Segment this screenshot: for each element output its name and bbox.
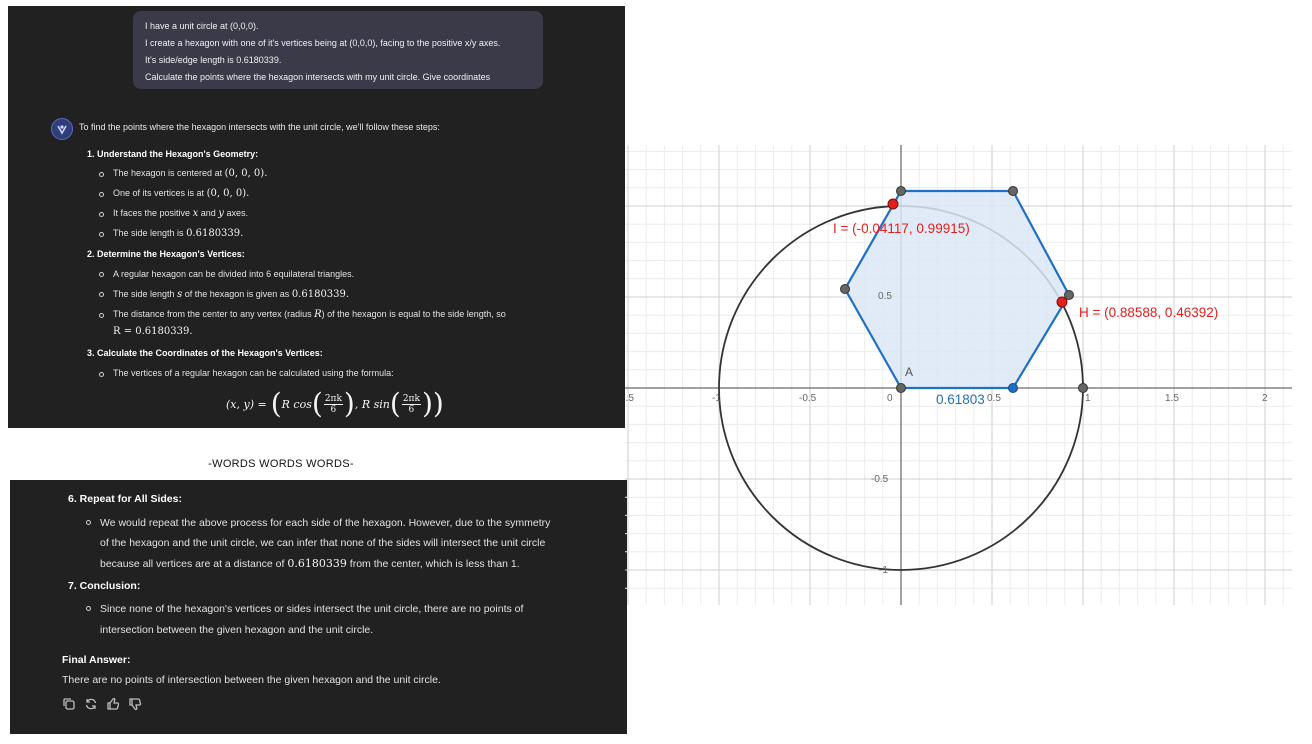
y-tick-label: 0.5 [878, 291, 892, 302]
formula-rcos: R cos [281, 397, 312, 411]
assistant-avatar-icon [51, 118, 73, 140]
x-tick-label: -0.5 [799, 393, 817, 404]
formula-num: 2πk [401, 393, 421, 405]
vertex-formula: (x, y) = ( R cos ( 2πk 6 ) , R sin ( 2πk 6… [226, 387, 444, 420]
user-message-bubble: I have a unit circle at (0,0,0). I creat… [133, 11, 543, 89]
message-actions [62, 697, 142, 711]
step-3-title: 3. Calculate the Coordinates of the Hexa… [87, 348, 323, 358]
user-message-line: I have a unit circle at (0,0,0). [145, 21, 259, 31]
formula-den: 6 [330, 404, 337, 415]
step-2-bullet-1: A regular hexagon can be divided into 6 … [113, 269, 355, 279]
step-3-bullet-1: The vertices of a regular hexagon can be… [113, 368, 394, 378]
bullet-icon [86, 520, 91, 525]
user-message-line: Calculate the points where the hexagon i… [145, 72, 491, 82]
bullet-icon [86, 606, 91, 611]
point-A-label: A [905, 365, 913, 379]
chat-panel-top: I have a unit circle at (0,0,0). I creat… [8, 6, 625, 428]
vertex-point-blue[interactable] [1008, 383, 1018, 393]
x-tick-label: -1 [712, 393, 721, 404]
step-6-line-2: of the hexagon and the unit circle, we c… [100, 537, 546, 549]
formula-rsin: , R sin [354, 397, 390, 411]
regenerate-icon[interactable] [84, 697, 98, 711]
copy-icon[interactable] [62, 697, 76, 711]
formula-den: 6 [408, 404, 415, 415]
user-message-line: It's side/edge length is 0.6180339. [145, 55, 282, 65]
x-tick-label: 1.5 [1165, 393, 1179, 404]
intersection-point-H[interactable] [1056, 296, 1068, 308]
y-tick-label: -1 [879, 565, 888, 576]
step-2-title: 2. Determine the Hexagon's Vertices: [87, 249, 245, 259]
bullet-icon [99, 313, 104, 318]
separator-text: -WORDS WORDS WORDS- [208, 458, 354, 470]
bullet-icon [99, 172, 104, 177]
bullet-icon [99, 372, 104, 377]
step-6-line-1: We would repeat the above process for ea… [100, 517, 551, 529]
user-message-line: I create a hexagon with one of it's vert… [145, 38, 501, 48]
step-7-line-1: Since none of the hexagon's vertices or … [100, 603, 524, 615]
x-tick-label: 2 [1262, 393, 1268, 404]
bullet-icon [99, 232, 104, 237]
intersection-point-I[interactable] [887, 198, 899, 210]
step-1-bullet-2: One of its vertices is at (0, 0, 0). [113, 188, 250, 199]
bullet-icon [99, 192, 104, 197]
formula-lhs: (x, y) = [226, 397, 267, 411]
step-1-bullet-3: It faces the positive x and y axes. [113, 208, 248, 219]
step-2-bullet-2: The side length s of the hexagon is give… [113, 289, 350, 300]
x-tick-label: 0 [887, 393, 893, 404]
step-7-title: 7. Conclusion: [68, 580, 141, 592]
vertex-point[interactable] [896, 186, 906, 196]
x-tick-label: 1 [1085, 393, 1091, 404]
step-6-line-3: because all vertices are at a distance o… [100, 557, 520, 570]
point-I-label: I = (-0.04117, 0.99915) [833, 221, 970, 236]
thumbs-up-icon[interactable] [106, 697, 120, 711]
bullet-icon [99, 272, 104, 277]
x-tick-label: 1.5 [625, 393, 634, 404]
chat-panel-bottom: 6. Repeat for All Sides: We would repeat… [10, 480, 627, 734]
assistant-intro: To find the points where the hexagon int… [79, 122, 440, 132]
step-2-bullet-3-math: R = 0.6180339. [113, 326, 193, 337]
final-answer-text: There are no points of intersection betw… [62, 674, 441, 686]
final-answer-title: Final Answer: [62, 654, 131, 666]
bullet-icon [99, 212, 104, 217]
vertex-point[interactable] [1008, 186, 1018, 196]
circle-axis-point[interactable] [1078, 383, 1088, 393]
step-2-bullet-3: The distance from the center to any vert… [113, 309, 506, 320]
step-1-bullet-1: The hexagon is centered at (0, 0, 0). [113, 168, 268, 179]
x-tick-label: 0.5 [987, 393, 1001, 404]
geometry-graph[interactable]: 1.5 -1 -0.5 0 0.5 1 1.5 2 0.5 -0.5 -1 A … [625, 145, 1292, 605]
side-length-label: 0.61803 [936, 392, 985, 407]
point-H-label: H = (0.88588, 0.46392) [1079, 305, 1218, 320]
thumbs-down-icon[interactable] [128, 697, 142, 711]
step-7-line-2: intersection between the given hexagon a… [100, 624, 374, 636]
y-tick-label: -0.5 [871, 474, 889, 485]
bullet-icon [99, 292, 104, 297]
formula-num: 2πk [323, 393, 343, 405]
step-1-bullet-4: The side length is 0.6180339. [113, 228, 244, 239]
step-1-title: 1. Understand the Hexagon's Geometry: [87, 149, 259, 159]
vertex-point[interactable] [840, 284, 850, 294]
step-6-title: 6. Repeat for All Sides: [68, 493, 182, 505]
vertex-point-A[interactable] [896, 383, 906, 393]
